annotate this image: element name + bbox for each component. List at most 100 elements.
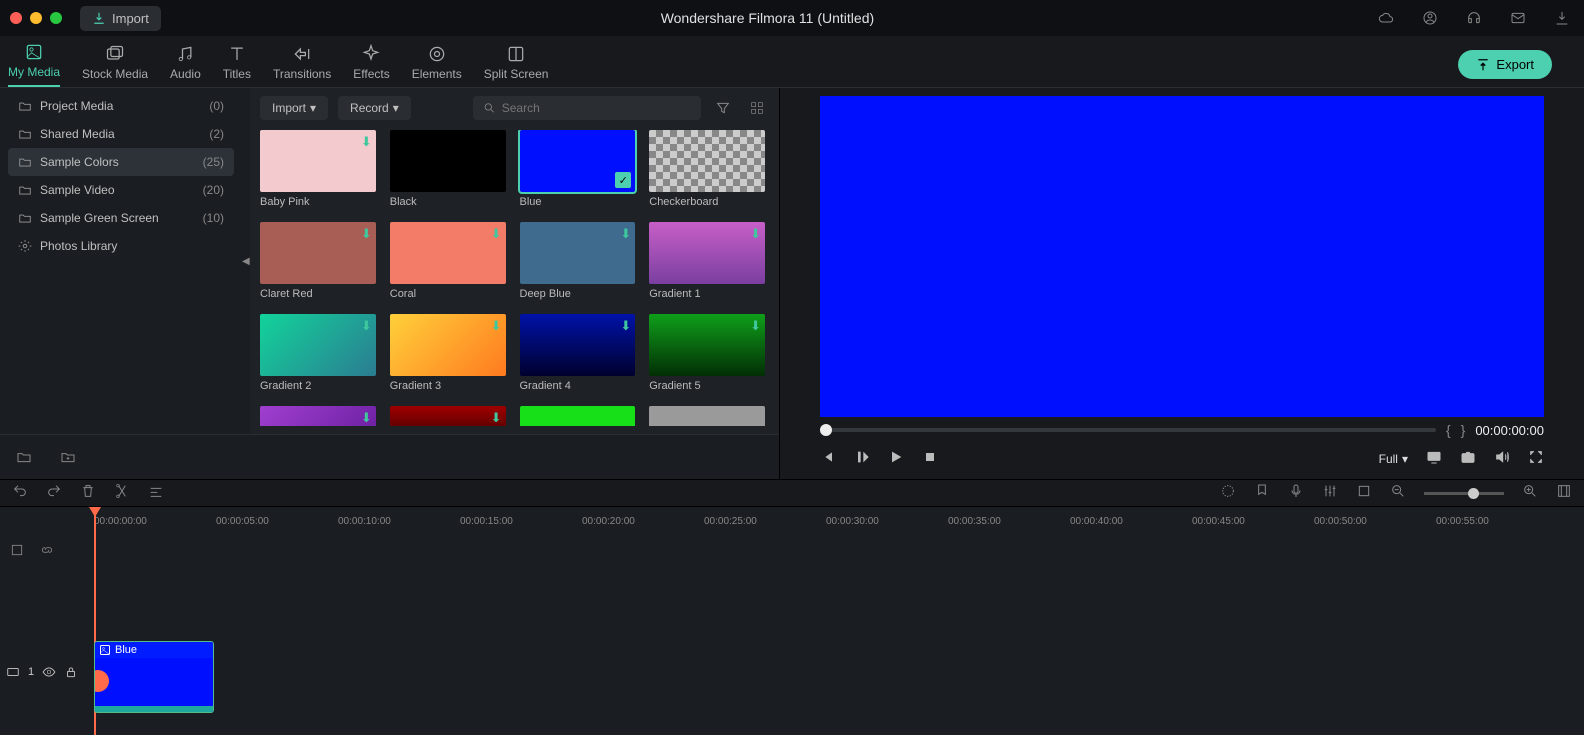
collapse-sidebar-caret[interactable]: ◀ — [242, 256, 250, 267]
tab-transitions[interactable]: Transitions — [273, 44, 331, 87]
swatch-partial[interactable]: ⬇ — [390, 406, 506, 426]
tab-split-screen[interactable]: Split Screen — [484, 44, 549, 87]
visibility-icon[interactable] — [42, 665, 56, 679]
search-box[interactable] — [473, 96, 701, 120]
swatch-gradient-4[interactable]: ⬇Gradient 4 — [520, 314, 636, 392]
timeline[interactable]: 00:00:00:0000:00:05:0000:00:10:0000:00:1… — [0, 507, 1584, 735]
swatch-gradient-1[interactable]: ⬇Gradient 1 — [649, 222, 765, 300]
mark-out-icon[interactable]: } — [1461, 422, 1466, 438]
track-header: 1 — [6, 665, 78, 679]
sidebar-item-shared-media[interactable]: Shared Media(2) — [8, 120, 234, 148]
folder-plus-icon[interactable] — [56, 445, 80, 469]
sidebar-item-sample-green-screen[interactable]: Sample Green Screen(10) — [8, 204, 234, 232]
zoom-fit-icon[interactable] — [1556, 483, 1572, 504]
timeline-ruler[interactable]: 00:00:00:0000:00:05:0000:00:10:0000:00:1… — [0, 507, 1584, 535]
main-tabs: My Media Stock Media Audio Titles Transi… — [0, 36, 1584, 88]
import-button[interactable]: Import — [80, 6, 161, 31]
timeline-link-icon[interactable] — [40, 543, 54, 562]
snapshot-icon[interactable] — [1460, 449, 1476, 470]
chevron-down-icon: ▾ — [1402, 452, 1408, 466]
sidebar-item-photos-library[interactable]: Photos Library — [8, 232, 234, 260]
media-sidebar: Project Media(0)Shared Media(2)Sample Co… — [0, 88, 242, 434]
swatch-baby-pink[interactable]: ⬇Baby Pink — [260, 130, 376, 208]
ruler-mark: 00:00:40:00 — [1070, 516, 1192, 527]
scrub-handle[interactable] — [820, 424, 832, 436]
search-input[interactable] — [502, 101, 691, 115]
minimize-window-button[interactable] — [30, 12, 42, 24]
audio-mixer-icon[interactable] — [1322, 483, 1338, 504]
swatch-gradient-5[interactable]: ⬇Gradient 5 — [649, 314, 765, 392]
split-icon[interactable] — [114, 483, 130, 504]
zoom-handle[interactable] — [1468, 488, 1479, 499]
timeline-option-icon[interactable] — [10, 543, 24, 562]
account-icon[interactable] — [1418, 6, 1442, 30]
window-controls — [10, 12, 62, 24]
swatch-gradient-3[interactable]: ⬇Gradient 3 — [390, 314, 506, 392]
cloud-icon[interactable] — [1374, 6, 1398, 30]
ruler-mark: 00:00:00:00 — [94, 516, 216, 527]
downloads-icon[interactable] — [1550, 6, 1574, 30]
delete-icon[interactable] — [80, 483, 96, 504]
fullscreen-icon[interactable] — [1528, 449, 1544, 470]
tab-elements[interactable]: Elements — [412, 44, 462, 87]
messages-icon[interactable] — [1506, 6, 1530, 30]
export-button[interactable]: Export — [1458, 50, 1552, 79]
tab-label: Elements — [412, 67, 462, 81]
swatch-partial[interactable]: ⬇ — [260, 406, 376, 426]
new-folder-icon[interactable] — [12, 445, 36, 469]
mark-in-icon[interactable]: { — [1446, 422, 1451, 438]
redo-icon[interactable] — [46, 483, 62, 504]
lock-icon[interactable] — [64, 665, 78, 679]
swatch-deep-blue[interactable]: ⬇Deep Blue — [520, 222, 636, 300]
sidebar-item-project-media[interactable]: Project Media(0) — [8, 92, 234, 120]
preview-quality-dropdown[interactable]: Full ▾ — [1379, 452, 1408, 466]
crop-icon[interactable] — [1356, 483, 1372, 504]
swatch-claret-red[interactable]: ⬇Claret Red — [260, 222, 376, 300]
undo-icon[interactable] — [12, 483, 28, 504]
sidebar-item-sample-colors[interactable]: Sample Colors(25) — [8, 148, 234, 176]
play-pause-button[interactable] — [854, 449, 870, 470]
edit-icon[interactable] — [148, 483, 164, 504]
tab-my-media[interactable]: My Media — [8, 42, 60, 87]
swatch-black[interactable]: Black — [390, 130, 506, 208]
chevron-down-icon: ▾ — [393, 101, 399, 115]
display-settings-icon[interactable] — [1426, 449, 1442, 470]
swatch-coral[interactable]: ⬇Coral — [390, 222, 506, 300]
timeline-tracks[interactable]: 1 Blue — [0, 535, 1584, 735]
marker-icon[interactable] — [1254, 483, 1270, 504]
swatch-checkerboard[interactable]: Checkerboard — [649, 130, 765, 208]
zoom-in-icon[interactable] — [1522, 483, 1538, 504]
timeline-clip[interactable]: Blue — [94, 641, 214, 713]
preview-canvas[interactable] — [820, 96, 1544, 417]
tab-audio[interactable]: Audio — [170, 44, 201, 87]
tab-stock-media[interactable]: Stock Media — [82, 44, 148, 87]
tab-label: Split Screen — [484, 67, 549, 81]
swatch-partial[interactable] — [649, 406, 765, 426]
zoom-out-icon[interactable] — [1390, 483, 1406, 504]
import-dropdown[interactable]: Import ▾ — [260, 96, 328, 120]
render-icon[interactable] — [1220, 483, 1236, 504]
support-icon[interactable] — [1462, 6, 1486, 30]
search-icon — [483, 101, 496, 115]
swatch-partial[interactable] — [520, 406, 636, 426]
sidebar-item-sample-video[interactable]: Sample Video(20) — [8, 176, 234, 204]
filter-icon[interactable] — [711, 96, 735, 120]
volume-icon[interactable] — [1494, 449, 1510, 470]
preview-scrubber[interactable]: { } 00:00:00:00 — [820, 421, 1544, 439]
ruler-mark: 00:00:45:00 — [1192, 516, 1314, 527]
record-dropdown[interactable]: Record ▾ — [338, 96, 411, 120]
swatch-gradient-2[interactable]: ⬇Gradient 2 — [260, 314, 376, 392]
play-button[interactable] — [888, 449, 904, 470]
maximize-window-button[interactable] — [50, 12, 62, 24]
prev-frame-button[interactable] — [820, 449, 836, 470]
grid-view-icon[interactable] — [745, 96, 769, 120]
titlebar: Import Wondershare Filmora 11 (Untitled) — [0, 0, 1584, 36]
swatch-label: Gradient 2 — [260, 380, 376, 392]
voiceover-icon[interactable] — [1288, 483, 1304, 504]
zoom-slider[interactable] — [1424, 492, 1504, 495]
tab-effects[interactable]: Effects — [353, 44, 389, 87]
swatch-blue[interactable]: ✓Blue — [520, 130, 636, 208]
stop-button[interactable] — [922, 449, 938, 470]
close-window-button[interactable] — [10, 12, 22, 24]
tab-titles[interactable]: Titles — [223, 44, 251, 87]
